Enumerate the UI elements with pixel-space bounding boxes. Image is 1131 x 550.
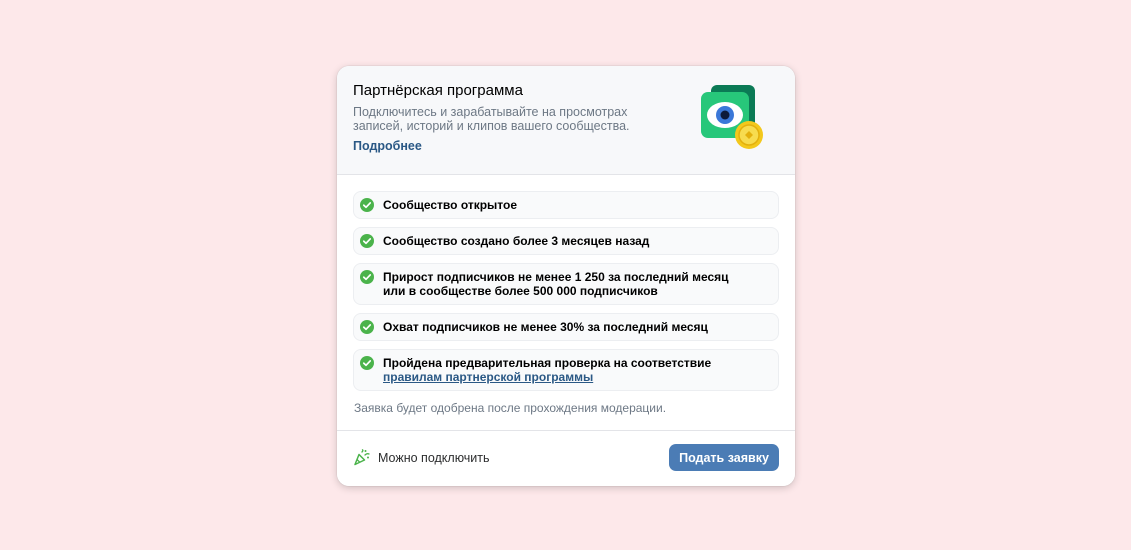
requirement-text: Сообщество открытое (383, 198, 518, 212)
check-circle-icon (360, 320, 374, 334)
requirement-community-age: Сообщество создано более 3 месяцев назад (353, 227, 779, 255)
card-title: Партнёрская программа (353, 82, 523, 99)
requirement-open-community: Сообщество открытое (353, 191, 779, 219)
check-circle-icon (360, 270, 374, 284)
eye-coin-illustration (701, 85, 763, 149)
requirement-subscriber-growth: Прирост подписчиков не менее 1 250 за по… (353, 263, 779, 305)
requirement-text-line-2: или в сообществе более 500 000 подписчик… (383, 284, 658, 298)
check-circle-icon (360, 234, 374, 248)
party-popper-icon (354, 449, 370, 466)
requirements-list: Сообщество открытое Сообщество создано б… (353, 191, 779, 399)
check-circle-icon (360, 356, 374, 370)
submit-application-button[interactable]: Подать заявку (669, 444, 779, 471)
requirement-text: Сообщество создано более 3 месяцев назад (383, 234, 650, 248)
moderation-note: Заявка будет одобрена после прохождения … (354, 401, 667, 415)
check-circle-icon (360, 198, 374, 212)
program-rules-link[interactable]: правилам партнерской программы (383, 370, 593, 384)
status-label: Можно подключить (378, 451, 490, 465)
card-footer: Можно подключить Подать заявку (337, 430, 795, 486)
requirement-reach: Охват подписчиков не менее 30% за послед… (353, 313, 779, 341)
card-header: Партнёрская программа Подключитесь и зар… (337, 66, 795, 175)
more-link[interactable]: Подробнее (353, 139, 422, 153)
requirement-text: Охват подписчиков не менее 30% за послед… (383, 320, 708, 334)
requirement-rules-check: Пройдена предварительная проверка на соо… (353, 349, 779, 391)
card-description: Подключитесь и зарабатывайте на просмотр… (353, 105, 630, 133)
requirement-text-line-1: Прирост подписчиков не менее 1 250 за по… (383, 270, 729, 284)
requirement-text: Пройдена предварительная проверка на соо… (383, 356, 712, 370)
partner-program-card: Партнёрская программа Подключитесь и зар… (337, 66, 795, 486)
